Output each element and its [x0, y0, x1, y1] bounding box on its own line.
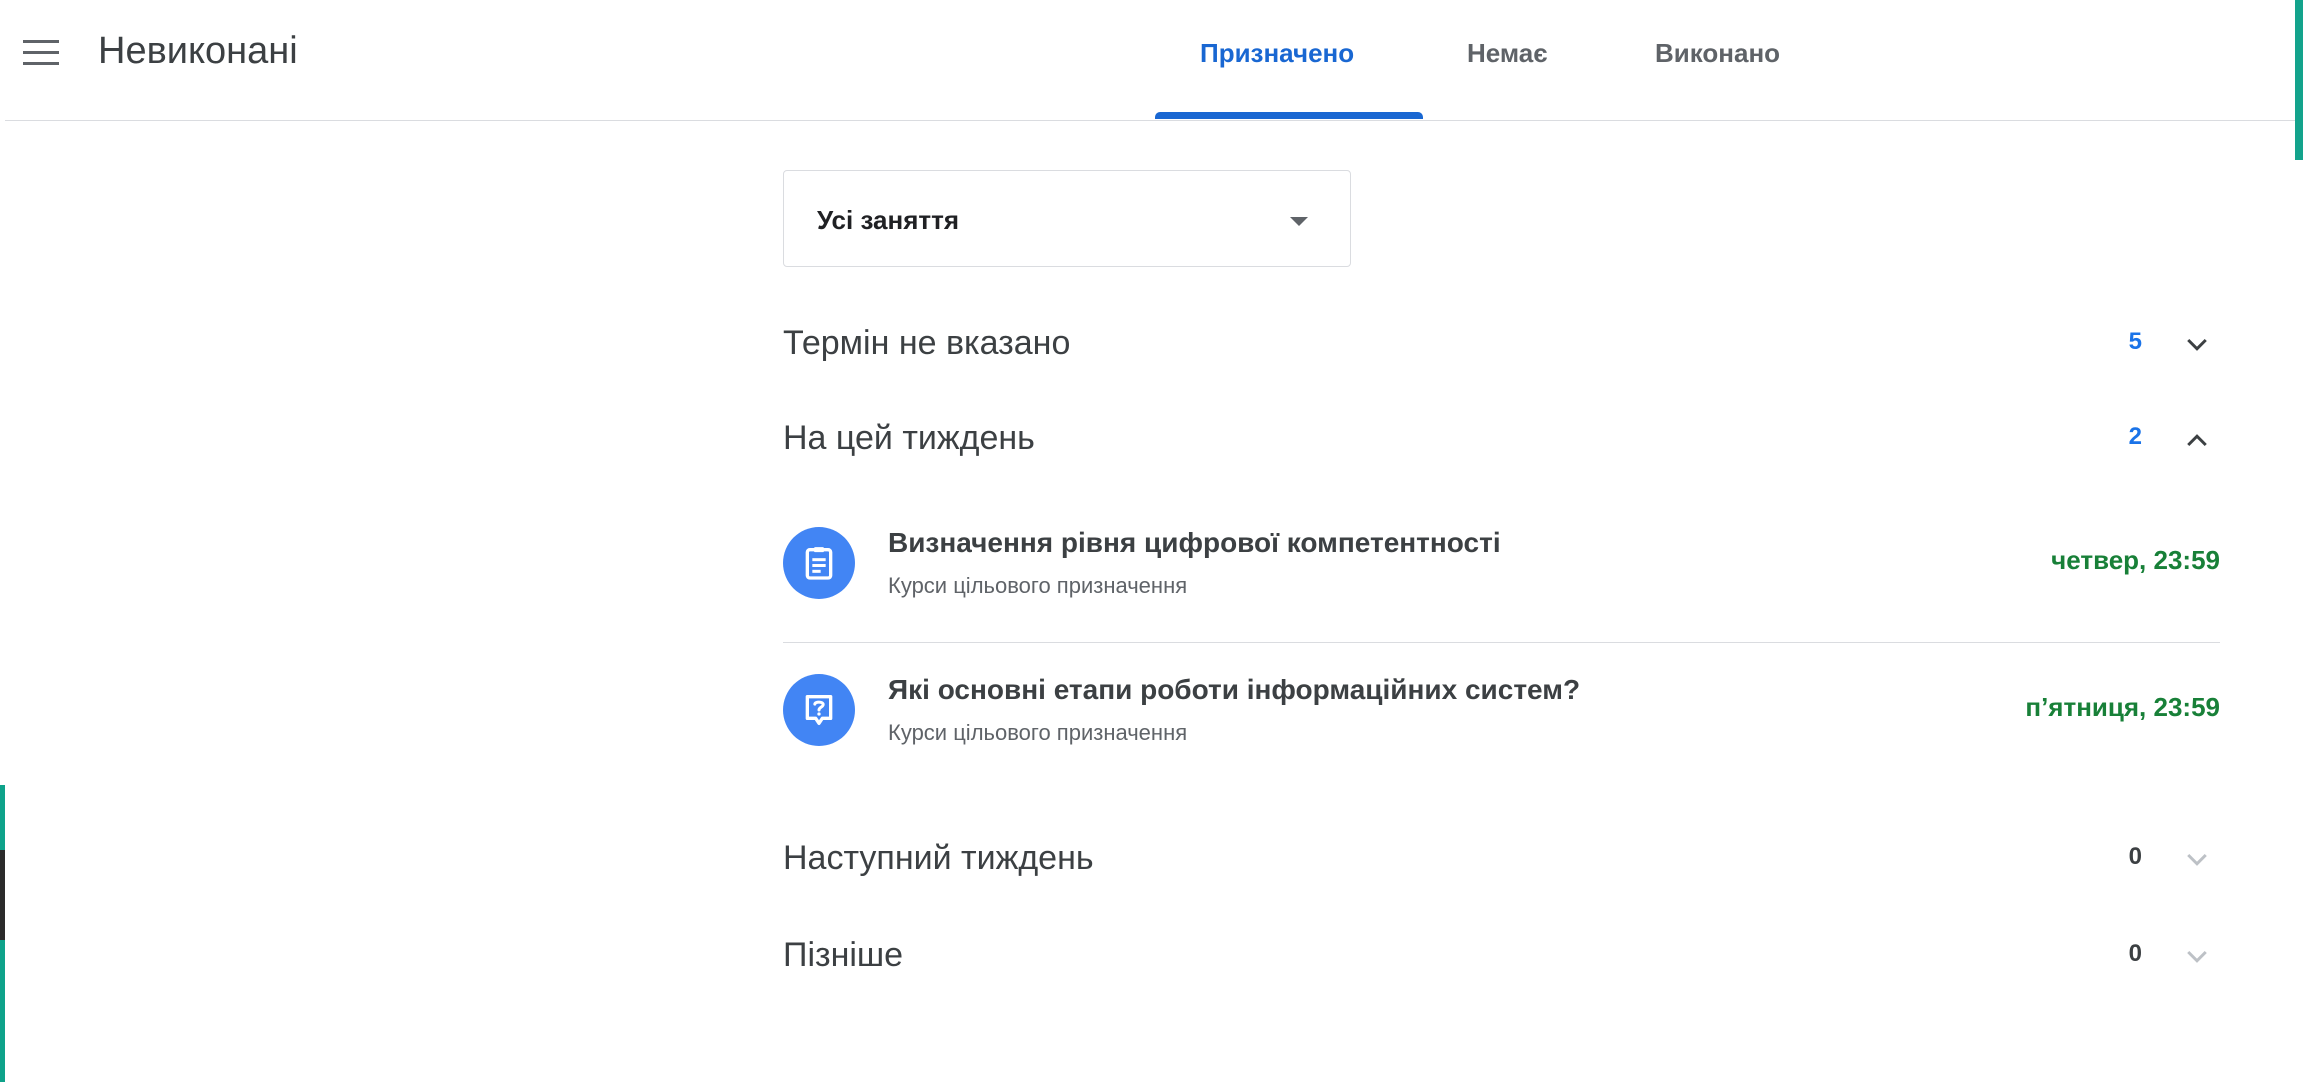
list-item[interactable]: Які основні етапи роботи інформаційних с…: [783, 652, 2220, 782]
chevron-down-icon[interactable]: [2182, 942, 2212, 972]
chevron-up-icon[interactable]: [2182, 425, 2212, 455]
section-count: 0: [2128, 843, 2142, 870]
class-filter-dropdown[interactable]: Усі заняття: [783, 170, 1351, 267]
menu-icon-line: [23, 51, 59, 54]
class-filter-value: Усі заняття: [817, 205, 959, 235]
section-this-week[interactable]: На цей тиждень 2: [783, 405, 2220, 475]
section-title: Наступний тиждень: [783, 839, 1094, 877]
item-title: Які основні етапи роботи інформаційних с…: [888, 674, 1581, 705]
top-bar: Невиконані Призначено Немає Виконано: [5, 0, 2295, 121]
item-title: Визначення рівня цифрової компетентності: [888, 527, 1501, 558]
tab-missing[interactable]: Немає: [1467, 38, 1548, 69]
section-later[interactable]: Пізніше 0: [783, 922, 2220, 992]
section-title: Пізніше: [783, 936, 904, 974]
edge-artifact: [0, 850, 5, 940]
chevron-down-icon[interactable]: [2182, 845, 2212, 875]
list-item[interactable]: Визначення рівня цифрової компетентності…: [783, 505, 2220, 635]
section-count: 2: [2128, 423, 2142, 450]
chevron-down-icon[interactable]: [2182, 330, 2212, 360]
active-tab-indicator: [1155, 112, 1423, 119]
section-next-week[interactable]: Наступний тиждень 0: [783, 825, 2220, 895]
tab-assigned[interactable]: Призначено: [1200, 38, 1354, 69]
item-course: Курси цільового призначення: [888, 720, 1188, 745]
page-title: Невиконані: [98, 30, 298, 72]
edge-artifact: [2295, 0, 2303, 160]
item-due-date: четвер, 23:59: [2051, 545, 2220, 575]
section-count: 5: [2128, 328, 2142, 355]
section-no-due-date[interactable]: Термін не вказано 5: [783, 310, 2220, 380]
assignment-icon: [783, 527, 855, 599]
section-count: 0: [2128, 940, 2142, 967]
divider: [783, 642, 2220, 643]
menu-icon-line: [23, 62, 59, 65]
section-title: На цей тиждень: [783, 419, 1035, 457]
tab-done[interactable]: Виконано: [1655, 38, 1780, 69]
main-menu-button[interactable]: [23, 40, 63, 70]
item-course: Курси цільового призначення: [888, 573, 1188, 598]
dropdown-arrow-icon: [1290, 217, 1308, 226]
item-due-date: п’ятниця, 23:59: [2025, 692, 2220, 722]
section-title: Термін не вказано: [783, 324, 1071, 362]
app-frame: Невиконані Призначено Немає Виконано Усі…: [0, 0, 2303, 1082]
menu-icon: [23, 40, 59, 43]
question-icon: [783, 674, 855, 746]
